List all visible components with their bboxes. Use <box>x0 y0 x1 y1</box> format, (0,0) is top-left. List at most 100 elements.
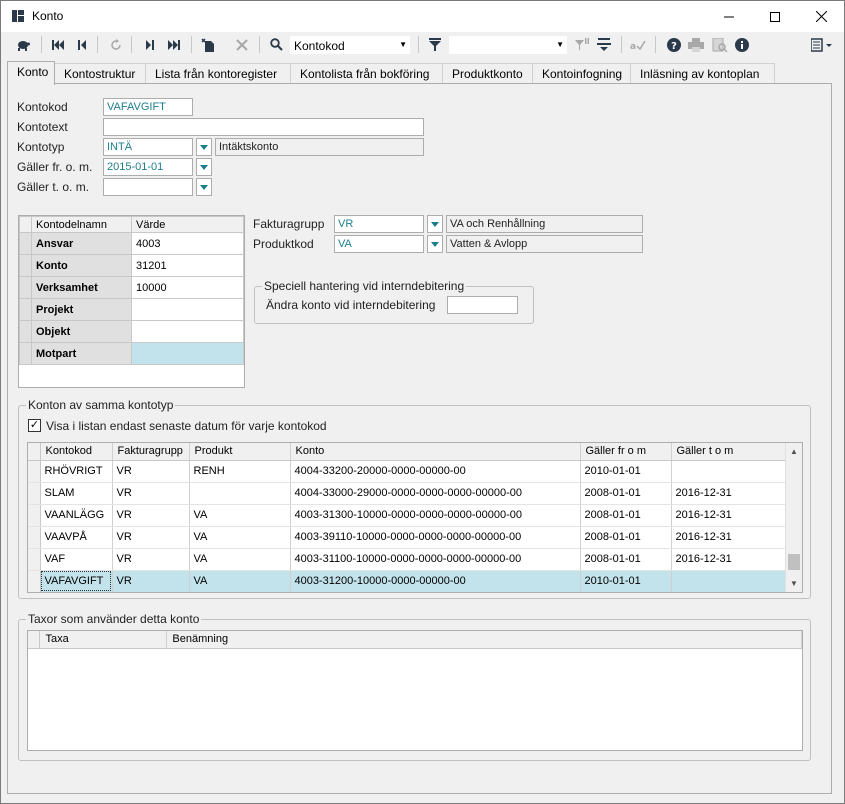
print-preview-icon[interactable] <box>711 36 729 53</box>
column-header-taxa[interactable]: Taxa <box>39 631 168 649</box>
taxor-list: Taxa Benämning <box>27 630 803 751</box>
spellcheck-icon[interactable]: a <box>629 36 647 53</box>
column-header-varde[interactable]: Värde <box>131 216 244 233</box>
table-row[interactable]: SLAM VR 4004-33000-29000-0000-0000-0000-… <box>28 482 789 505</box>
kontotyp-label: Kontotyp <box>17 140 65 154</box>
vertical-scrollbar[interactable]: ▲ ▼ <box>785 443 802 592</box>
kontodel-value-input[interactable] <box>131 342 244 365</box>
minimize-icon <box>724 16 734 17</box>
first-record-icon[interactable] <box>49 36 67 53</box>
produktkod-input[interactable]: VA <box>334 235 424 253</box>
row-selector[interactable] <box>19 320 32 343</box>
column-header-galler-from[interactable]: Gäller fr o m <box>580 443 672 461</box>
cell-galler-tom <box>671 460 789 483</box>
row-selector[interactable] <box>19 342 32 365</box>
produktkod-dropdown-button[interactable] <box>427 235 443 253</box>
andra-konto-input[interactable] <box>447 296 518 314</box>
cell-konto: 4004-33000-29000-0000-0000-0000-00000-00 <box>290 482 581 505</box>
filter-icon[interactable] <box>426 36 444 53</box>
kontotyp-input[interactable]: INTÄ <box>103 138 193 156</box>
maximize-button[interactable] <box>752 1 798 32</box>
table-row-selected[interactable]: VAFAVGIFT VR VA 4003-31200-10000-0000-00… <box>28 570 789 592</box>
cell-galler-tom: 2016-12-31 <box>671 504 789 527</box>
tab-kontostruktur[interactable]: Kontostruktur <box>54 63 146 84</box>
delete-icon[interactable] <box>233 36 251 53</box>
cell-produkt: VA <box>189 504 291 527</box>
column-header-kontodelnamn[interactable]: Kontodelnamn <box>31 216 132 233</box>
tab-inlasning-av-kontoplan[interactable]: Inläsning av kontoplan <box>630 63 775 84</box>
column-header-kontokod[interactable]: Kontokod <box>40 443 113 461</box>
scroll-thumb[interactable] <box>788 554 800 570</box>
search-icon[interactable] <box>267 36 285 53</box>
tab-lista-fran-kontoregister[interactable]: Lista från kontoregister <box>145 63 291 84</box>
table-row[interactable]: RHÖVRIGT VR RENH 4004-33200-20000-0000-0… <box>28 460 789 483</box>
row-selector[interactable] <box>19 232 32 255</box>
tab-konto[interactable]: Konto <box>7 61 55 85</box>
turtle-icon[interactable] <box>14 36 32 53</box>
column-header-fakturagrupp[interactable]: Fakturagrupp <box>112 443 190 461</box>
scroll-down-icon[interactable]: ▼ <box>786 575 802 592</box>
kontodel-value-input[interactable] <box>131 320 244 343</box>
kontodel-name: Verksamhet <box>31 276 132 299</box>
scroll-up-icon[interactable]: ▲ <box>786 443 802 460</box>
cell-galler-from: 2008-01-01 <box>580 504 672 527</box>
next-record-icon[interactable] <box>141 36 159 53</box>
kontodel-value-input[interactable]: 31201 <box>131 254 244 277</box>
table-row[interactable]: VAF VR VA 4003-31100-10000-0000-0000-000… <box>28 548 789 571</box>
window-title: Konto <box>32 9 64 23</box>
row-selector[interactable] <box>19 254 32 277</box>
konto-window: Konto Kontokod ▼ ▼ a ? Konto Kontostrukt… <box>0 0 845 804</box>
galler-tom-date-button[interactable] <box>196 178 212 196</box>
cell-galler-from: 2008-01-01 <box>580 548 672 571</box>
clear-filter-icon[interactable] <box>595 36 613 53</box>
cell-konto: 4003-39110-10000-0000-0000-0000-00000-00 <box>290 526 581 549</box>
cell-konto: 4003-31100-10000-0000-0000-0000-00000-00 <box>290 548 581 571</box>
fakturagrupp-dropdown-button[interactable] <box>427 215 443 233</box>
help-icon[interactable]: ? <box>665 36 683 53</box>
tab-kontoinfogning[interactable]: Kontoinfogning <box>532 63 631 84</box>
print-icon[interactable] <box>687 36 705 53</box>
galler-from-date-button[interactable] <box>196 158 212 176</box>
row-selector[interactable] <box>19 298 32 321</box>
kontotext-input[interactable] <box>103 118 424 136</box>
window-menu-icon[interactable] <box>809 36 837 53</box>
filter-options-icon[interactable] <box>573 36 591 53</box>
kontokod-input[interactable]: VAFAVGIFT <box>103 98 193 116</box>
previous-record-icon[interactable] <box>73 36 91 53</box>
info-icon[interactable] <box>733 36 751 53</box>
tab-kontolista-fran-bokforing[interactable]: Kontolista från bokföring <box>290 63 443 84</box>
galler-tom-input[interactable] <box>103 178 193 196</box>
new-document-icon[interactable] <box>199 36 217 53</box>
kontodel-row: Projekt <box>19 298 244 321</box>
column-header-benamning[interactable]: Benämning <box>166 631 802 649</box>
kontodel-row: Motpart <box>19 342 244 365</box>
column-header-galler-tom[interactable]: Gäller t o m <box>671 443 789 461</box>
last-record-icon[interactable] <box>165 36 183 53</box>
kontodel-value-input[interactable]: 10000 <box>131 276 244 299</box>
cell-galler-from: 2008-01-01 <box>580 526 672 549</box>
table-row[interactable]: VAANLÄGG VR VA 4003-31300-10000-0000-000… <box>28 504 789 527</box>
refresh-icon[interactable] <box>107 36 125 53</box>
column-header-produkt[interactable]: Produkt <box>189 443 291 461</box>
row-selector[interactable] <box>19 276 32 299</box>
title-bar: Konto <box>1 1 844 32</box>
kontodel-value-input[interactable] <box>131 298 244 321</box>
latest-date-checkbox-label: Visa i listan endast senaste datum för v… <box>46 419 327 433</box>
close-button[interactable] <box>798 1 844 32</box>
tab-produktkonto[interactable]: Produktkonto <box>442 63 533 84</box>
kontokod-label: Kontokod <box>17 100 68 114</box>
kontotyp-dropdown-button[interactable] <box>196 138 212 156</box>
galler-from-input[interactable]: 2015-01-01 <box>103 158 193 176</box>
kontodel-value-input[interactable]: 4003 <box>131 232 244 255</box>
galler-tom-label: Gäller t. o. m. <box>17 180 90 194</box>
table-row[interactable]: VAAVPÅ VR VA 4003-39110-10000-0000-0000-… <box>28 526 789 549</box>
filter-combo[interactable]: ▼ <box>448 35 568 55</box>
column-header-konto[interactable]: Konto <box>290 443 581 461</box>
fakturagrupp-input[interactable]: VR <box>334 215 424 233</box>
latest-date-checkbox[interactable]: ✓ <box>28 419 41 432</box>
produktkod-description: Vatten & Avlopp <box>446 235 643 253</box>
interndebitering-group-title: Speciell hantering vid interndebitering <box>262 279 467 293</box>
minimize-button[interactable] <box>706 1 752 32</box>
cell-galler-from: 2010-01-01 <box>580 570 672 592</box>
search-field-combo[interactable]: Kontokod ▼ <box>289 35 411 55</box>
